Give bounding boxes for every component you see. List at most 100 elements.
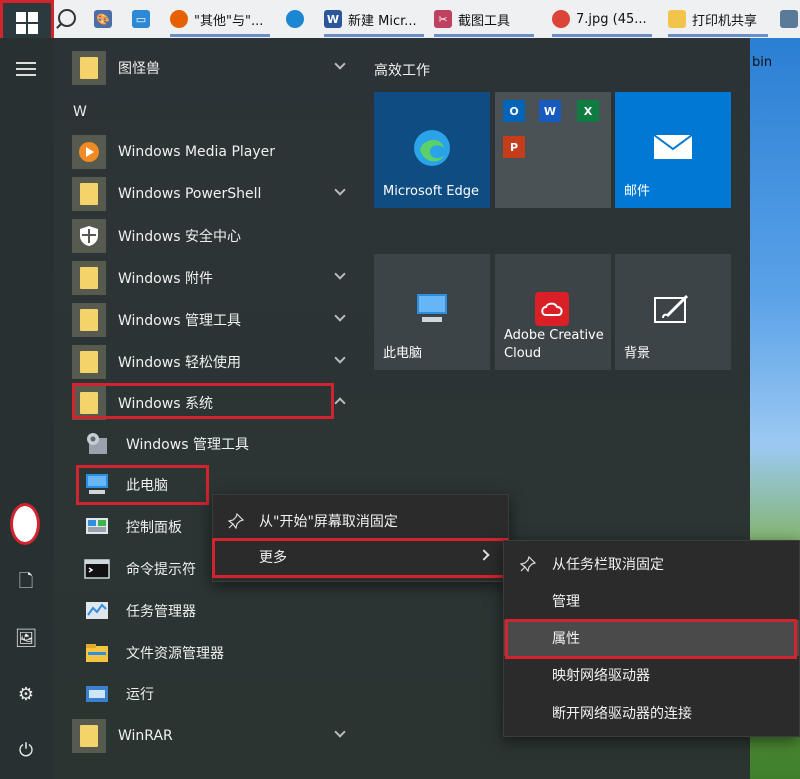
monitor-icon: ▭ — [132, 10, 150, 28]
tile-adobe-creative-cloud[interactable]: Adobe Creative Cloud — [495, 254, 611, 370]
adobe-cc-icon — [535, 292, 569, 326]
app-command-prompt[interactable]: 命令提示符 — [80, 551, 196, 587]
menu-item-more[interactable]: 更多 — [213, 539, 508, 575]
chevron-up-icon — [334, 397, 346, 409]
folder-icon — [72, 261, 106, 295]
chevron-down-icon — [334, 58, 346, 70]
app-control-panel[interactable]: 控制面板 — [80, 509, 182, 545]
tile-label: 背景 — [624, 346, 651, 361]
folder-icon — [72, 177, 106, 211]
chevron-down-icon — [334, 310, 346, 322]
app-folder-tuguaishou[interactable]: 图怪兽 — [72, 50, 346, 86]
excel-icon: X — [577, 100, 599, 122]
menu-item-disconnect-network-drive[interactable]: 断开网络驱动器的连接 — [504, 695, 799, 731]
taskbar-item-edge[interactable] — [286, 0, 304, 38]
admin-tools-icon — [80, 427, 114, 461]
menu-item-label: 断开网络驱动器的连接 — [552, 706, 692, 722]
app-file-explorer[interactable]: 文件资源管理器 — [80, 635, 224, 671]
firefox-icon — [170, 10, 188, 28]
app-label: 此电脑 — [126, 478, 168, 494]
menu-item-map-network-drive[interactable]: 映射网络驱动器 — [504, 657, 799, 693]
documents-icon[interactable]: 🗋 — [14, 571, 38, 596]
app-folder-powershell[interactable]: Windows PowerShell — [72, 176, 346, 212]
app-windows-admin-tools[interactable]: Windows 管理工具 — [80, 426, 249, 462]
app-folder-winrar[interactable]: WinRAR — [72, 718, 346, 754]
cmd-icon — [80, 552, 114, 586]
outlook-icon: O — [503, 100, 525, 122]
app-label: 运行 — [126, 687, 154, 703]
taskbar-item-paint[interactable]: 🎨 — [94, 0, 112, 38]
app-label: 图怪兽 — [118, 61, 160, 77]
chevron-down-icon — [334, 726, 346, 738]
app-task-manager[interactable]: 任务管理器 — [80, 593, 196, 629]
taskbar-item-chrome[interactable]: 7.jpg (45... — [552, 0, 652, 38]
context-menu: 从"开始"屏幕取消固定 更多 — [212, 494, 509, 582]
tile-background[interactable]: 背景 — [615, 254, 731, 370]
active-indicator — [434, 34, 534, 37]
search-icon[interactable] — [58, 9, 76, 27]
pictures-icon[interactable]: 🖼 — [14, 626, 38, 650]
menu-item-unpin-start[interactable]: 从"开始"屏幕取消固定 — [213, 503, 508, 539]
app-label: Windows 安全中心 — [118, 229, 241, 245]
tile-microsoft-edge[interactable]: Microsoft Edge — [374, 92, 490, 208]
windows-logo-icon — [16, 12, 38, 34]
app-windows-security[interactable]: Windows 安全中心 — [72, 218, 344, 254]
start-left-rail — [0, 38, 54, 779]
menu-item-label: 管理 — [552, 594, 580, 610]
taskbar-item-label: "其他"与"... — [194, 13, 264, 29]
mail-icon — [653, 132, 693, 166]
user-avatar[interactable] — [10, 503, 40, 545]
taskbar-item-folder[interactable]: 打印机共享 — [668, 0, 768, 38]
menu-item-properties[interactable]: 属性 — [504, 620, 799, 656]
snipping-tool-icon: ✂ — [434, 10, 452, 28]
app-label: Windows 管理工具 — [118, 313, 241, 329]
taskbar: 🎨 ▭ "其他"与"... W 新建 Micr... ✂ 截图工具 7.jpg … — [0, 0, 800, 45]
hamburger-menu-icon[interactable] — [16, 62, 36, 76]
tile-this-pc[interactable]: 此电脑 — [374, 254, 490, 370]
this-pc-icon — [80, 468, 114, 502]
tile-label: Adobe Creative Cloud — [504, 328, 604, 361]
tiles-group-title[interactable]: 高效工作 — [374, 60, 430, 80]
recycle-bin-label[interactable]: bin — [752, 55, 772, 70]
active-indicator — [668, 34, 768, 37]
tile-mail[interactable]: 邮件 — [615, 92, 731, 208]
app-folder-ease-of-access[interactable]: Windows 轻松使用 — [72, 344, 346, 380]
file-explorer-icon — [80, 636, 114, 670]
media-player-icon — [72, 135, 106, 169]
chrome-icon — [552, 10, 570, 28]
app-label: 任务管理器 — [126, 604, 196, 620]
folder-icon — [72, 51, 106, 85]
menu-item-manage[interactable]: 管理 — [504, 583, 799, 619]
unpin-icon — [504, 556, 552, 572]
taskbar-item-label: 新建 Micr... — [348, 13, 417, 29]
app-label: Windows 轻松使用 — [118, 355, 241, 371]
folder-icon — [72, 303, 106, 337]
control-panel-icon — [80, 510, 114, 544]
edge-icon — [412, 128, 452, 172]
app-label: Windows PowerShell — [118, 186, 262, 202]
app-folder-admin-tools[interactable]: Windows 管理工具 — [72, 302, 346, 338]
app-label: 命令提示符 — [126, 562, 196, 578]
taskbar-item-label: 打印机共享 — [692, 13, 758, 29]
tile-label: 邮件 — [624, 184, 651, 199]
menu-item-label: 从"开始"屏幕取消固定 — [259, 514, 398, 530]
power-icon[interactable]: ⏻ — [14, 738, 38, 762]
app-label: Windows Media Player — [118, 144, 276, 160]
taskbar-item-extra[interactable] — [780, 0, 800, 38]
taskbar-item-word[interactable]: W 新建 Micr... — [324, 0, 424, 38]
app-this-pc[interactable]: 此电脑 — [80, 467, 168, 503]
menu-item-unpin-taskbar[interactable]: 从任务栏取消固定 — [504, 546, 799, 582]
letter-header-w[interactable]: W — [73, 104, 87, 120]
app-windows-media-player[interactable]: Windows Media Player — [72, 134, 344, 170]
app-run[interactable]: 运行 — [80, 676, 154, 712]
taskbar-item-firefox[interactable]: "其他"与"... — [170, 0, 270, 38]
taskbar-item-snipping[interactable]: ✂ 截图工具 — [434, 0, 534, 38]
tile-office-group[interactable]: O W X P — [495, 92, 611, 208]
app-folder-accessories[interactable]: Windows 附件 — [72, 260, 346, 296]
app-label: Windows 管理工具 — [126, 437, 249, 453]
taskbar-item-monitor[interactable]: ▭ — [132, 0, 150, 38]
unpin-icon — [213, 513, 259, 529]
app-folder-windows-system[interactable]: Windows 系统 — [72, 385, 346, 421]
settings-gear-icon[interactable]: ⚙ — [14, 682, 38, 706]
app-label: WinRAR — [118, 728, 173, 744]
